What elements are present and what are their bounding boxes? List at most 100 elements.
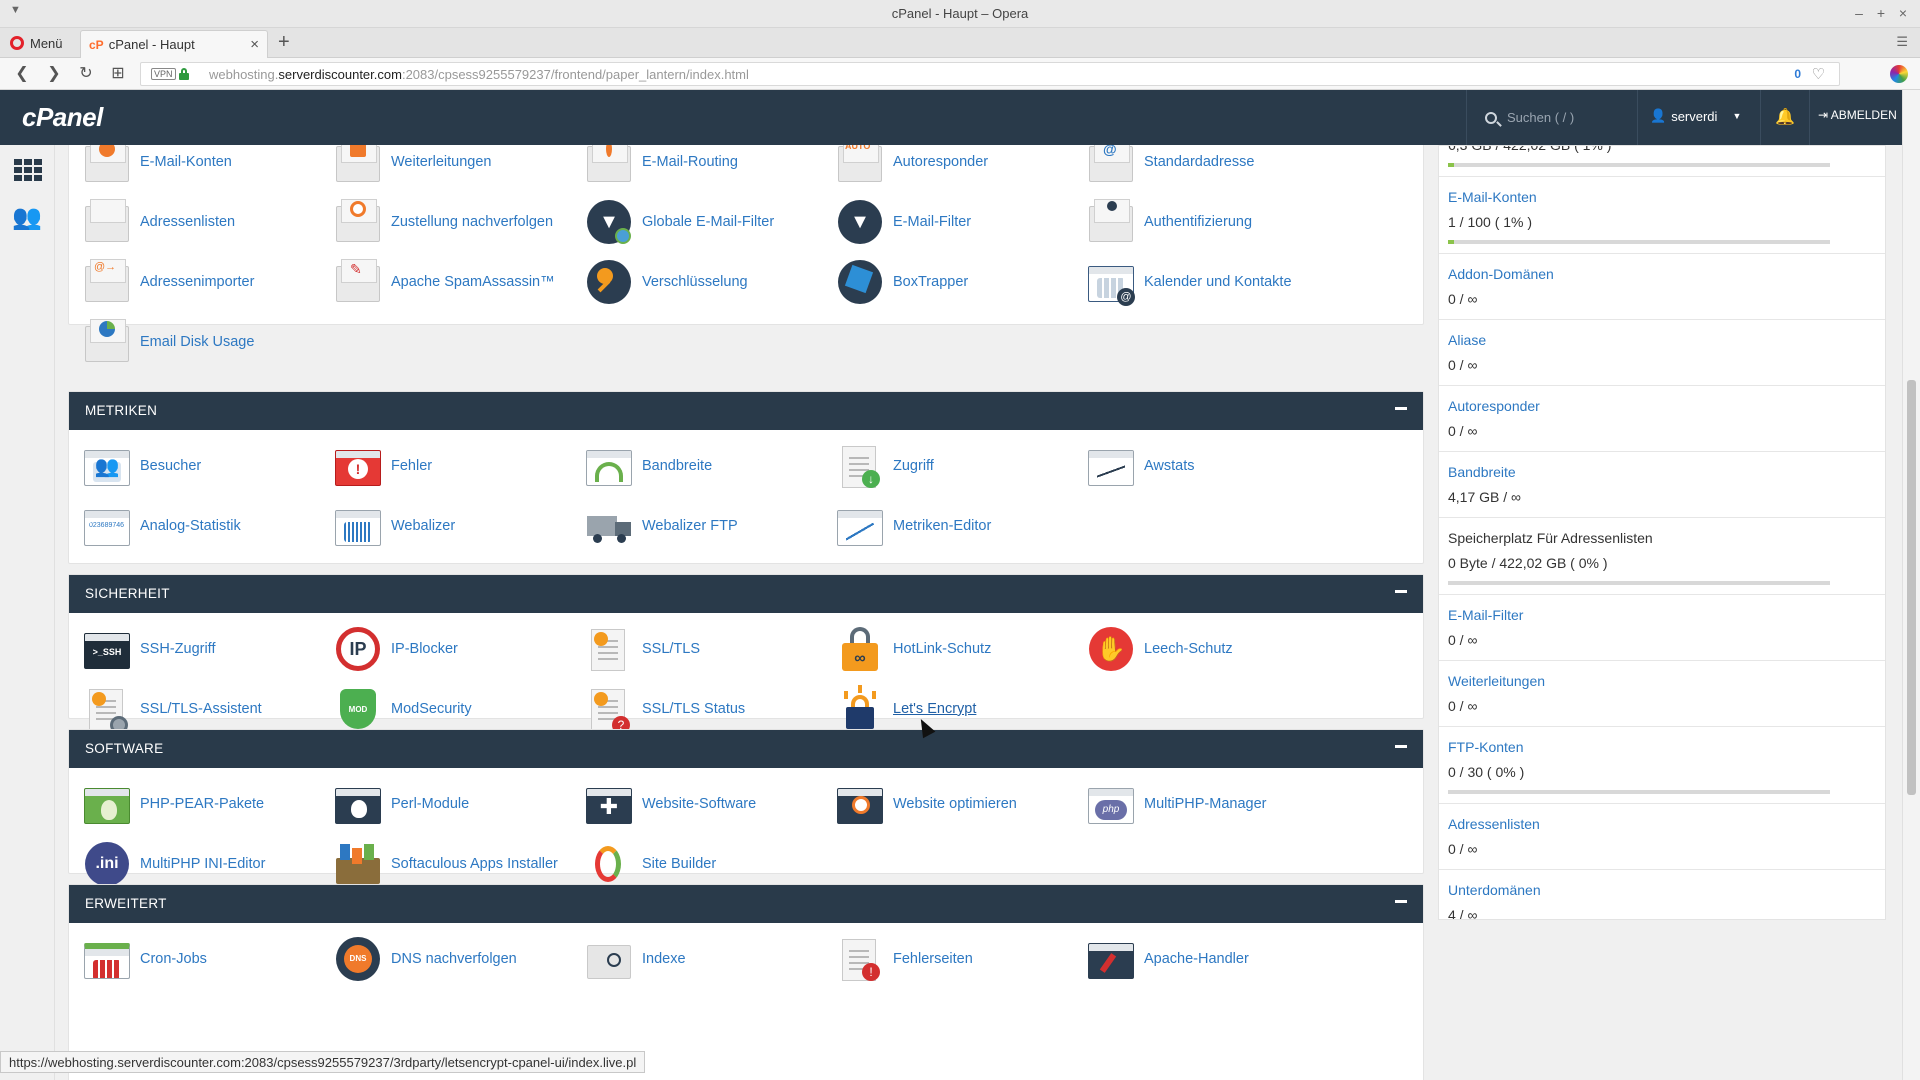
color-wheel-icon[interactable] <box>1890 65 1908 83</box>
stat-name[interactable]: E-Mail-Filter <box>1448 605 1885 625</box>
item-perl-module[interactable]: Perl-Module <box>334 774 585 834</box>
stat-name[interactable]: Adressenlisten <box>1448 814 1885 834</box>
item-email-filter[interactable]: ▼ E-Mail-Filter <box>836 192 1087 252</box>
bell-icon[interactable]: 🔔 <box>1760 90 1810 145</box>
item-multiphp-manager[interactable]: php MultiPHP-Manager <box>1087 774 1338 834</box>
item-globale-email-filter[interactable]: ▼ Globale E-Mail-Filter <box>585 192 836 252</box>
collapse-icon[interactable] <box>1395 900 1407 903</box>
opera-menu-button[interactable]: Menü <box>10 33 63 53</box>
maximize-button[interactable]: + <box>1872 4 1890 22</box>
search-icon <box>1485 111 1497 124</box>
item-awstats[interactable]: Awstats <box>1087 436 1338 496</box>
stat-name[interactable]: E-Mail-Konten <box>1448 187 1885 207</box>
section-header-metriken[interactable]: METRIKEN <box>69 392 1423 430</box>
user-menu[interactable]: 👤 serverdi ▼ <box>1650 108 1741 124</box>
item-apache-spamassassin[interactable]: ✎ Apache SpamAssassin™ <box>334 252 585 312</box>
item-php-pear-pakete[interactable]: PHP-PEAR-Pakete <box>83 774 334 834</box>
forward-button[interactable]: ❯ <box>44 64 64 84</box>
item-fehler[interactable]: ! Fehler <box>334 436 585 496</box>
apps-grid-icon[interactable] <box>14 159 42 181</box>
item-ssh-zugriff[interactable]: >_SSH SSH-Zugriff <box>83 619 334 679</box>
item-webalizer-ftp[interactable]: Webalizer FTP <box>585 496 836 556</box>
item-besucher[interactable]: 👥 Besucher <box>83 436 334 496</box>
collapse-icon[interactable] <box>1395 745 1407 748</box>
collapse-icon[interactable] <box>1395 407 1407 410</box>
vpn-badge[interactable]: VPN <box>151 68 176 80</box>
section-header-sicherheit[interactable]: SICHERHEIT <box>69 575 1423 613</box>
item-weiterleitungen[interactable]: Weiterleitungen <box>334 145 585 192</box>
tab-close-icon[interactable]: × <box>250 36 259 53</box>
speed-dial-icon[interactable]: ⊞ <box>108 64 128 84</box>
item-website-optimieren[interactable]: Website optimieren <box>836 774 1087 834</box>
tab-cpanel-haupt[interactable]: cP cPanel - Haupt × <box>80 30 268 58</box>
item-webalizer[interactable]: Webalizer <box>334 496 585 556</box>
section-header-erweitert[interactable]: ERWEITERT <box>69 885 1423 923</box>
item-hotlink-schutz[interactable]: ∞ HotLink-Schutz <box>836 619 1087 679</box>
minimize-button[interactable]: – <box>1850 4 1868 22</box>
item-email-disk-usage[interactable]: Email Disk Usage <box>83 312 334 372</box>
perl-onion-icon <box>334 780 382 828</box>
stat-name[interactable]: Weiterleitungen <box>1448 671 1885 691</box>
stat-name[interactable]: Addon-Domänen <box>1448 264 1885 284</box>
adblock-badge[interactable]: 0 <box>1794 67 1801 81</box>
item-email-konten[interactable]: E-Mail-Konten <box>83 145 334 192</box>
boxtrapper-icon <box>836 258 884 306</box>
item-ip-blocker[interactable]: IP IP-Blocker <box>334 619 585 679</box>
users-icon[interactable]: 👥 <box>12 203 42 232</box>
back-button[interactable]: ❮ <box>12 64 32 84</box>
visitors-icon: 👥 <box>83 442 131 490</box>
stat-name[interactable]: Bandbreite <box>1448 462 1885 482</box>
item-indexe[interactable]: Indexe <box>585 929 836 989</box>
item-analog-statistik[interactable]: 023689746 Analog-Statistik <box>83 496 334 556</box>
item-email-routing[interactable]: E-Mail-Routing <box>585 145 836 192</box>
item-boxtrapper[interactable]: BoxTrapper <box>836 252 1087 312</box>
cpanel-logo[interactable]: cPanel <box>22 102 103 133</box>
stat-row: FTP-Konten 0 / 30 ( 0% ) <box>1439 727 1885 804</box>
stat-name[interactable]: FTP-Konten <box>1448 737 1885 757</box>
new-tab-button[interactable]: + <box>278 31 290 54</box>
item-kalender-und-kontakte[interactable]: @ Kalender und Kontakte <box>1087 252 1338 312</box>
stat-row: E-Mail-Konten 1 / 100 ( 1% ) <box>1439 177 1885 254</box>
item-verschluesselung[interactable]: Verschlüsselung <box>585 252 836 312</box>
window-close-button[interactable]: × <box>1894 4 1912 22</box>
item-standardadresse[interactable]: @ Standardadresse <box>1087 145 1338 192</box>
section-header-software[interactable]: SOFTWARE <box>69 730 1423 768</box>
collapse-icon[interactable] <box>1395 590 1407 593</box>
item-metriken-editor[interactable]: Metriken-Editor <box>836 496 1087 556</box>
url-field[interactable]: VPN webhosting.serverdiscounter.com:2083… <box>140 62 1840 86</box>
stat-name[interactable]: Aliase <box>1448 330 1885 350</box>
item-authentifizierung[interactable]: Authentifizierung <box>1087 192 1338 252</box>
php-pear-icon <box>83 780 131 828</box>
item-zustellung-nachverfolgen[interactable]: Zustellung nachverfolgen <box>334 192 585 252</box>
lock-icon[interactable] <box>179 68 189 80</box>
item-fehlerseiten[interactable]: ! Fehlerseiten <box>836 929 1087 989</box>
url-text[interactable]: webhosting.serverdiscounter.com:2083/cps… <box>209 67 749 82</box>
stat-name[interactable]: Autoresponder <box>1448 396 1885 416</box>
scrollbar-thumb[interactable] <box>1907 380 1916 795</box>
item-zugriff[interactable]: ↓ Zugriff <box>836 436 1087 496</box>
item-cron-jobs[interactable]: Cron-Jobs <box>83 929 334 989</box>
item-adressenimporter[interactable]: @→ Adressenimporter <box>83 252 334 312</box>
item-website-software[interactable]: ✚ Website-Software <box>585 774 836 834</box>
logout-button[interactable]: ⇥ ABMELDEN <box>1810 108 1897 122</box>
errors-icon: ! <box>334 442 382 490</box>
item-adressenlisten[interactable]: Adressenlisten <box>83 192 334 252</box>
search-input[interactable]: Suchen ( / ) <box>1466 90 1638 145</box>
section-title: SICHERHEIT <box>85 586 170 601</box>
opera-menu-label: Menü <box>30 35 63 51</box>
tab-menu-icon[interactable]: ☰ <box>1896 34 1908 50</box>
bookmark-heart-icon[interactable]: ♡ <box>1812 65 1825 83</box>
item-dns-nachverfolgen[interactable]: DNS DNS nachverfolgen <box>334 929 585 989</box>
stat-name[interactable]: Unterdomänen <box>1448 880 1885 900</box>
item-apache-handler[interactable]: Apache-Handler <box>1087 929 1338 989</box>
item-bandbreite[interactable]: Bandbreite <box>585 436 836 496</box>
address-importer-icon: @→ <box>83 258 131 306</box>
bandwidth-gauge-icon <box>585 442 633 490</box>
item-autoresponder[interactable]: AUTO Autoresponder <box>836 145 1087 192</box>
item-ssl-tls[interactable]: SSL/TLS <box>585 619 836 679</box>
item-leech-schutz[interactable]: ✋ Leech-Schutz <box>1087 619 1338 679</box>
page-scrollbar[interactable] <box>1902 90 1920 1080</box>
apache-handler-icon <box>1087 935 1135 983</box>
reload-button[interactable]: ↻ <box>76 64 96 84</box>
stat-row: Unterdomänen 4 / ∞ <box>1439 870 1885 919</box>
